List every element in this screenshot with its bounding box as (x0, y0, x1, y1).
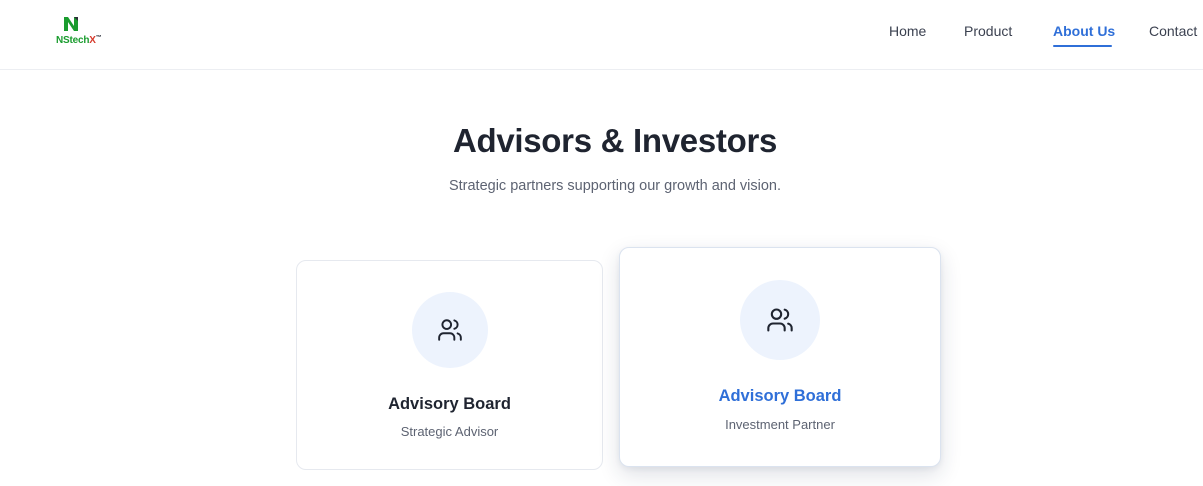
nav-active-indicator (1053, 45, 1112, 47)
card-title: Advisory Board (718, 387, 842, 405)
advisor-card-strategic[interactable]: Advisory Board Strategic Advisor (296, 260, 603, 470)
users-icon (438, 319, 462, 341)
icon-circle (740, 280, 820, 360)
icon-circle (412, 292, 488, 368)
card-role: Investment Partner (725, 417, 835, 432)
nav-product[interactable]: Product (964, 23, 1012, 39)
nav-home[interactable]: Home (889, 23, 926, 39)
main-nav: Home Product About Us Contact (0, 0, 1203, 70)
users-icon (767, 308, 793, 332)
nav-contact[interactable]: Contact (1149, 23, 1197, 39)
card-role: Strategic Advisor (400, 424, 499, 439)
section-title: Advisors & Investors (452, 122, 778, 159)
section-subtitle: Strategic partners supporting our growth… (448, 178, 782, 194)
site-header: NStechX™ Home Product About Us Contact (0, 0, 1203, 70)
advisor-card-investment[interactable]: Advisory Board Investment Partner (619, 247, 941, 467)
card-title: Advisory Board (388, 395, 511, 413)
nav-about-us[interactable]: About Us (1053, 23, 1115, 39)
